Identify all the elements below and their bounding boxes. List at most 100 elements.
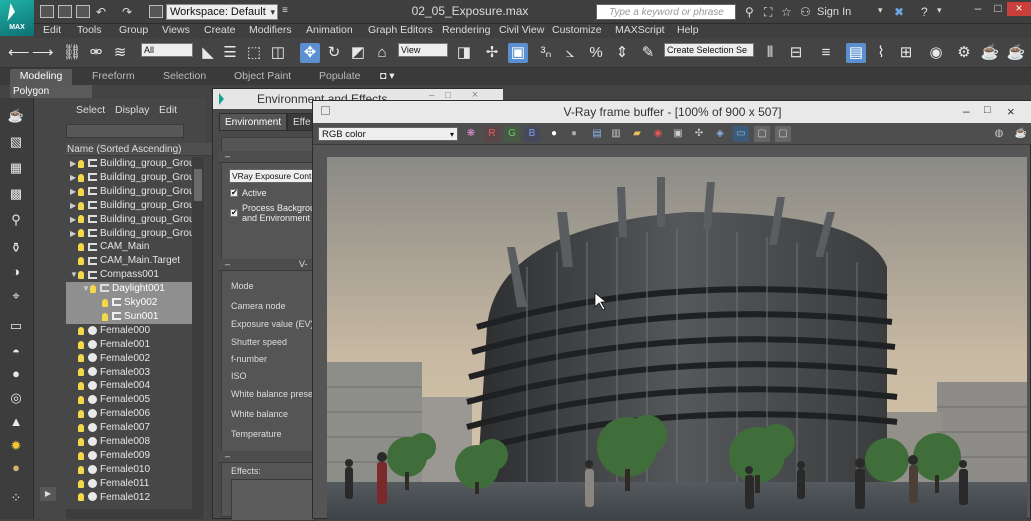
mirror-icon[interactable]: ⫴ xyxy=(760,43,780,63)
visibility-bulb-icon[interactable] xyxy=(102,298,112,307)
vfb-stop-icon[interactable]: ◍ xyxy=(991,126,1007,142)
track-mouse-icon[interactable]: ✣ xyxy=(691,126,707,142)
alpha-channel-icon[interactable]: ● xyxy=(546,126,562,142)
new-file-icon[interactable] xyxy=(40,5,54,18)
user-icon[interactable]: ⚇ xyxy=(800,5,811,19)
expand-right-icon[interactable]: ▶ xyxy=(70,199,78,212)
open-file-icon[interactable] xyxy=(58,5,72,18)
vfb-titlebar[interactable]: V-Ray frame buffer - [100% of 900 x 507] xyxy=(313,101,1031,123)
rollup-exposure-control[interactable]: – xyxy=(219,151,315,163)
vfb-render-icon[interactable]: ☕ xyxy=(1013,126,1029,142)
layer-explorer-icon[interactable]: ▤ xyxy=(846,43,866,63)
cone-icon[interactable]: ▲ xyxy=(7,414,25,430)
visibility-bulb-icon[interactable] xyxy=(78,214,88,224)
visibility-bulb-icon[interactable] xyxy=(78,465,88,474)
sign-in-link[interactable]: Sign In xyxy=(817,6,851,18)
expand-down-icon[interactable]: ▼ xyxy=(70,268,78,281)
exchange-apps-icon[interactable]: ✖ xyxy=(894,5,904,19)
select-and-scale-icon[interactable]: ◩ xyxy=(348,43,368,63)
snaps-toggle-icon[interactable]: ³ₙ xyxy=(536,43,556,63)
visibility-bulb-icon[interactable] xyxy=(78,367,88,377)
visibility-bulb-icon[interactable] xyxy=(78,395,88,405)
menu-graph-editors[interactable]: Graph Editors xyxy=(368,24,433,37)
scene-item-row[interactable]: ▶ Building_group_Group0 xyxy=(66,213,192,227)
spinner-snap-icon[interactable]: ⇕ xyxy=(612,43,632,63)
render-setup-icon[interactable]: ⚙ xyxy=(954,43,974,63)
sphere-icon[interactable]: ● xyxy=(7,366,25,382)
material-editor-icon[interactable]: ◉ xyxy=(926,43,946,63)
selection-filter-dropdown[interactable]: All xyxy=(141,43,193,57)
motion-panel-icon[interactable]: ▩ xyxy=(7,186,25,202)
se-menu-edit[interactable]: Edit xyxy=(159,104,177,116)
scene-item-row[interactable]: Female003 xyxy=(66,366,192,380)
select-and-link-icon[interactable]: ⛓ xyxy=(62,43,82,63)
select-and-place-icon[interactable]: ⌂ xyxy=(372,43,392,63)
utilities-panel-icon[interactable]: ⚱ xyxy=(7,240,25,256)
select-and-rotate-icon[interactable]: ↻ xyxy=(324,43,344,63)
tab-freeform[interactable]: Freeform xyxy=(92,69,135,85)
signin-dropdown-icon[interactable]: ▾ xyxy=(878,5,883,16)
scene-item-row[interactable]: ▶ Building_group_Group0 xyxy=(66,227,192,241)
workspace-dropdown[interactable]: Workspace: Default ▾ xyxy=(166,4,278,20)
menu-edit[interactable]: Edit xyxy=(43,24,61,37)
angle-snap-icon[interactable]: ⦣ xyxy=(560,43,580,63)
expand-right-icon[interactable]: ▶ xyxy=(70,213,78,226)
menu-modifiers[interactable]: Modifiers xyxy=(249,24,292,37)
se-menu-select[interactable]: Select xyxy=(76,104,105,116)
menu-animation[interactable]: Animation xyxy=(306,24,353,37)
visibility-bulb-icon[interactable] xyxy=(78,228,88,238)
menu-tools[interactable]: Tools xyxy=(77,24,102,37)
mono-mode-icon[interactable]: ● xyxy=(566,126,582,142)
visibility-bulb-icon[interactable] xyxy=(78,340,88,349)
rollup-vray-exposure[interactable]: – V- xyxy=(219,259,315,271)
visibility-bulb-icon[interactable] xyxy=(78,437,88,446)
render-production-icon[interactable]: ☕ xyxy=(1006,43,1026,63)
tab-object-paint[interactable]: Object Paint xyxy=(234,69,291,85)
communication-center-icon[interactable]: ⛶ xyxy=(764,5,772,20)
scene-item-row[interactable]: ▶ Building_group_Group0 xyxy=(66,171,192,185)
visibility-bulb-icon[interactable] xyxy=(78,409,88,419)
teapot-icon[interactable]: ☕ xyxy=(7,108,25,124)
red-channel-toggle[interactable]: R xyxy=(484,126,500,142)
visibility-bulb-icon[interactable] xyxy=(78,479,88,488)
visibility-bulb-icon[interactable] xyxy=(78,353,88,363)
display-colors-icon[interactable]: ▢ xyxy=(775,126,791,142)
link-to-max-fb-icon[interactable]: ▢ xyxy=(754,126,770,142)
camera-icon[interactable]: ⌖ xyxy=(7,288,25,304)
visibility-bulb-icon[interactable] xyxy=(78,270,88,280)
align-icon[interactable]: ⊟ xyxy=(786,43,806,63)
region-render-icon[interactable]: ◈ xyxy=(712,126,728,142)
expand-right-icon[interactable]: ▶ xyxy=(70,227,78,240)
binoculars-icon[interactable]: ⚲ xyxy=(745,5,754,19)
redo-icon[interactable]: ↷ xyxy=(122,5,132,19)
app-logo[interactable]: MAX xyxy=(0,0,34,36)
expand-right-icon[interactable]: ▶ xyxy=(70,171,78,184)
torus-icon[interactable]: ◎ xyxy=(7,390,25,406)
rollup-effects[interactable]: – xyxy=(219,451,315,463)
close-button[interactable]: × xyxy=(1007,2,1031,16)
scene-item-row[interactable]: ▶ Building_group_Group0 xyxy=(66,185,192,199)
help-dropdown-icon[interactable]: ▾ xyxy=(937,5,942,16)
expand-down-icon[interactable]: ▼ xyxy=(82,282,90,295)
scene-item-row[interactable]: Female009 xyxy=(66,449,192,463)
reference-coordinate-dropdown[interactable]: View xyxy=(398,43,448,57)
dome-icon[interactable]: ◓ xyxy=(7,344,25,360)
scene-item-row[interactable]: Female007 xyxy=(66,421,192,435)
help-icon[interactable]: ? xyxy=(921,5,928,19)
active-checkbox[interactable]: ✔ xyxy=(230,189,238,197)
redo-tool-icon[interactable]: ⟶ xyxy=(32,43,54,63)
polygon-modeling-label[interactable]: Polygon Modeling xyxy=(10,85,92,110)
scene-item-row[interactable]: ▼ Compass001 xyxy=(66,268,192,282)
scene-list-scrollbar[interactable] xyxy=(192,157,204,509)
scene-item-row[interactable]: Female006 xyxy=(66,407,192,421)
select-manipulate-icon[interactable]: ✢ xyxy=(482,43,502,63)
curve-editor-icon[interactable]: ⌇ xyxy=(871,43,891,63)
expand-panel-button[interactable]: ▶ xyxy=(40,487,56,501)
scene-item-row[interactable]: Female004 xyxy=(66,379,192,393)
edit-named-selection-icon[interactable]: ✎ xyxy=(638,43,658,63)
percent-snap-icon[interactable]: % xyxy=(586,43,606,63)
visibility-bulb-icon[interactable] xyxy=(90,284,100,293)
hierarchy-panel-icon[interactable]: ▦ xyxy=(7,160,25,176)
particles-icon[interactable]: ⁘ xyxy=(7,490,25,506)
menu-group[interactable]: Group xyxy=(119,24,148,37)
